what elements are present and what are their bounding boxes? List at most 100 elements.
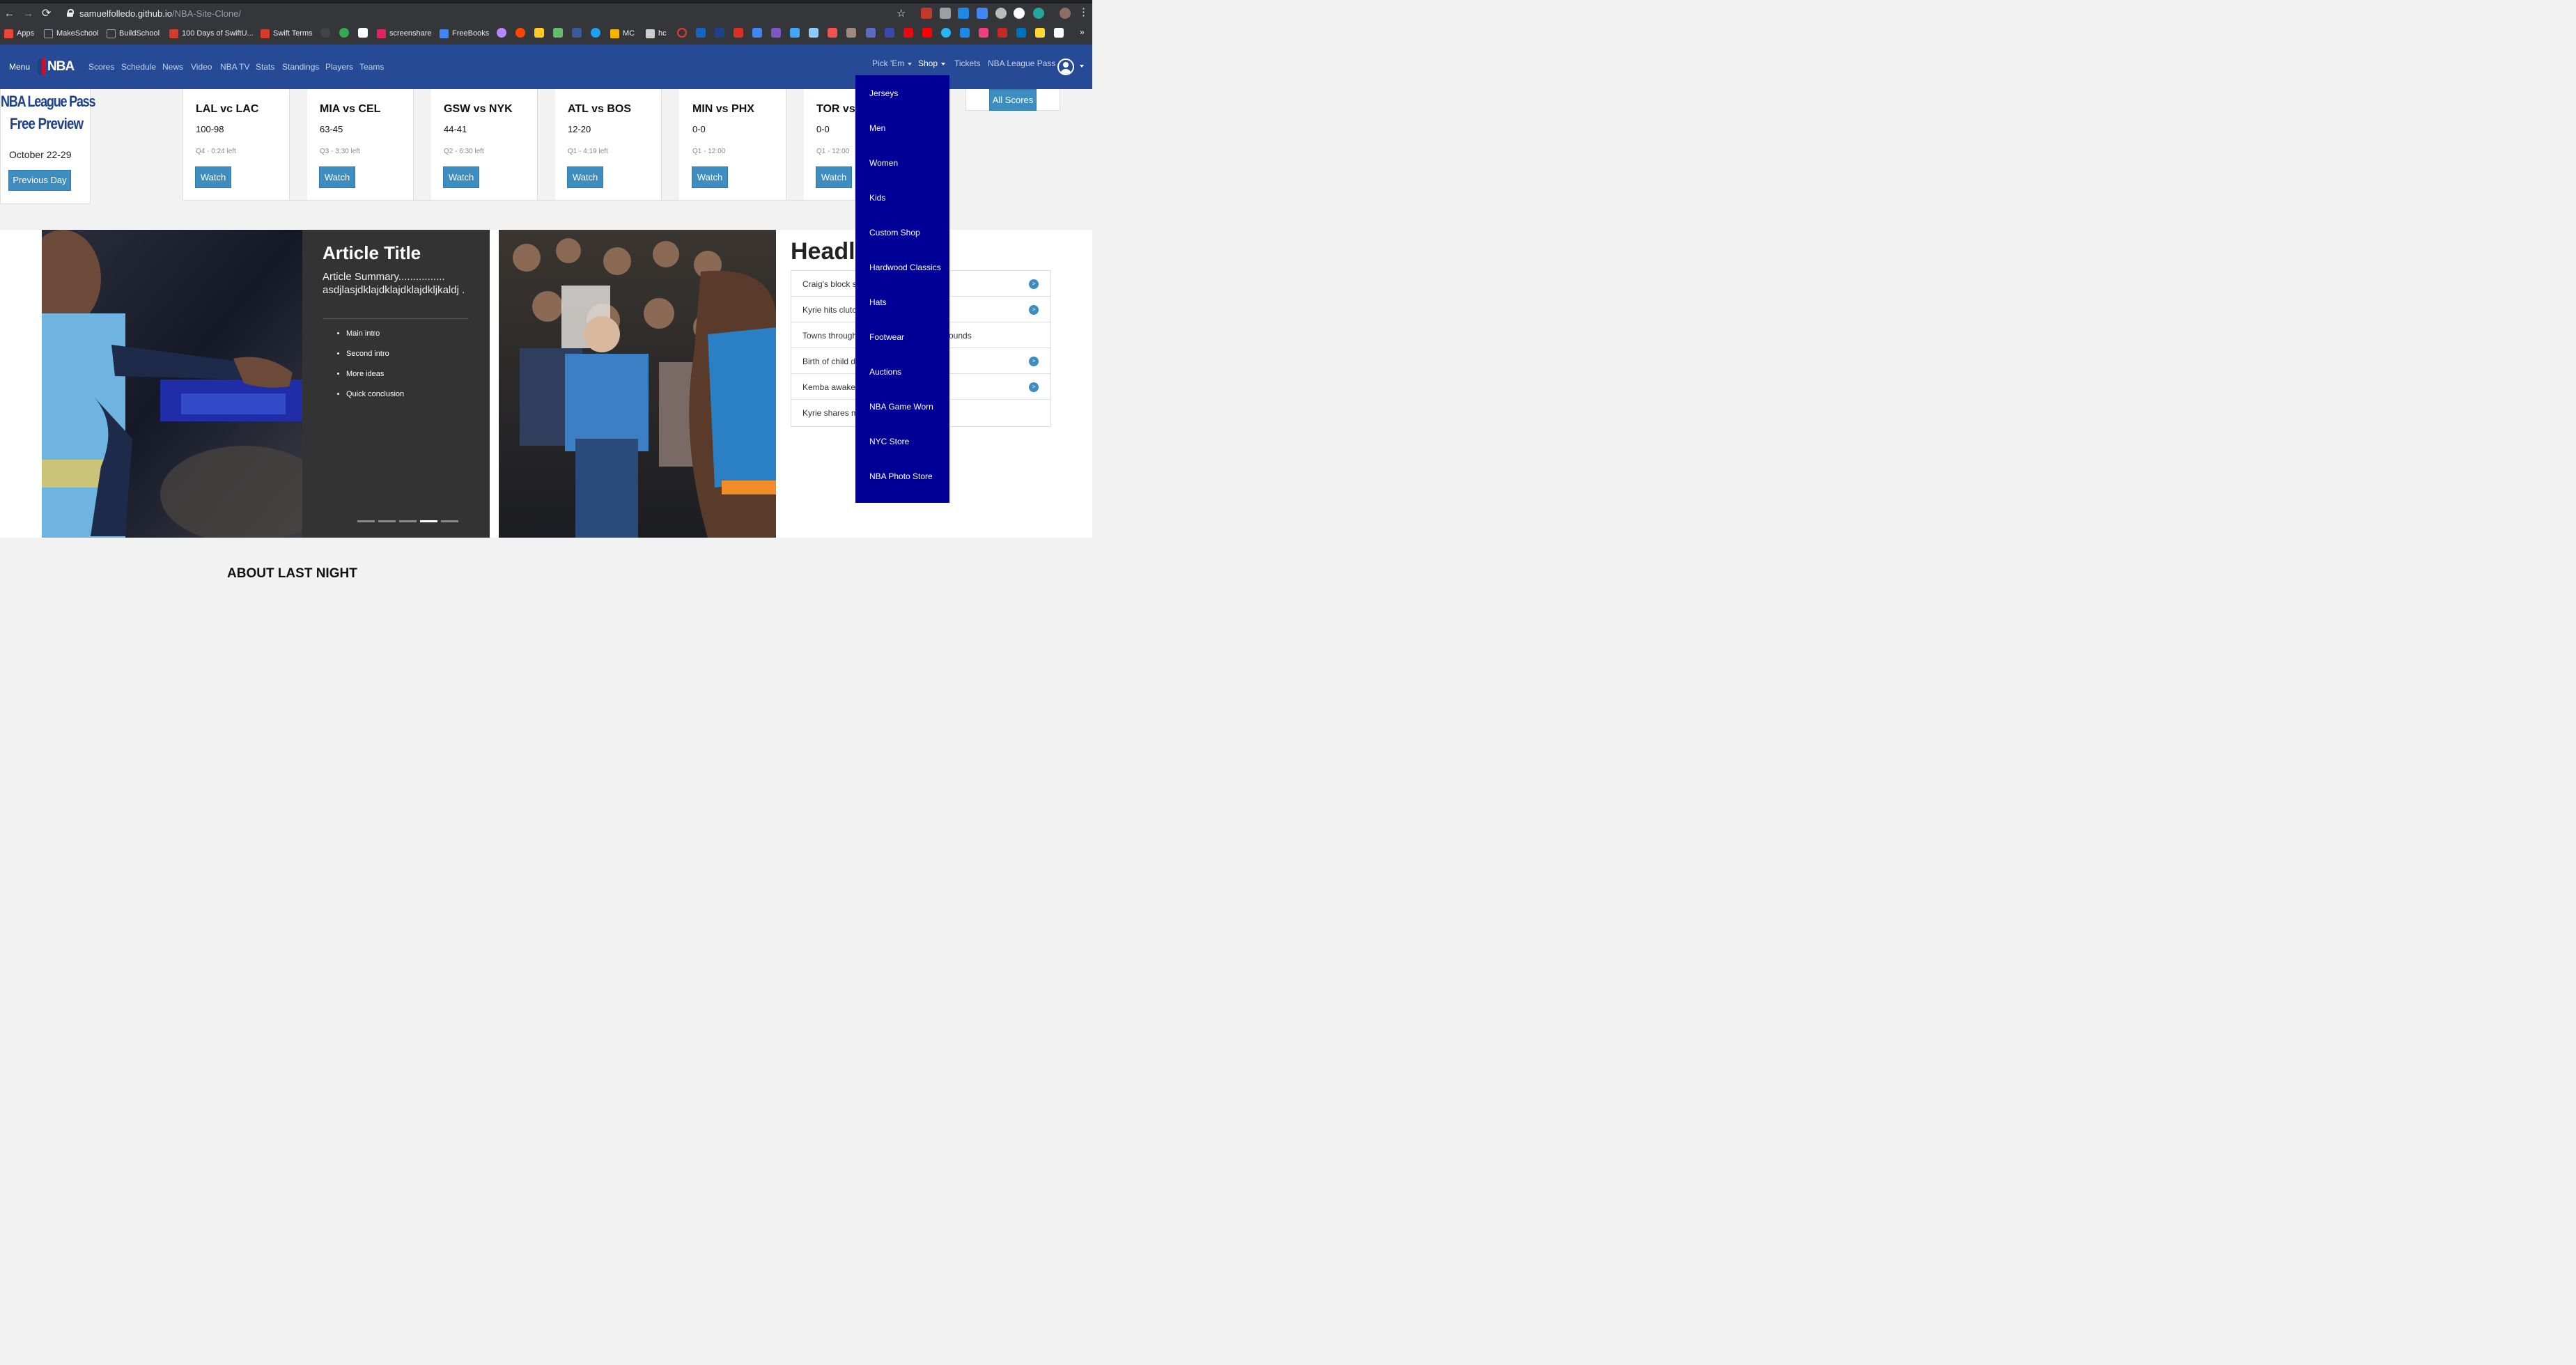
watch-button[interactable]: Watch xyxy=(443,166,479,188)
menu-item-auctions[interactable]: Auctions xyxy=(869,367,901,377)
bookmark-icon[interactable] xyxy=(553,28,563,38)
nav-standings[interactable]: Standings xyxy=(282,62,319,72)
paypal-icon[interactable] xyxy=(1016,28,1026,38)
nav-teams[interactable]: Teams xyxy=(359,62,384,72)
reload-icon[interactable]: ⟳ xyxy=(42,8,51,20)
nav-video[interactable]: Video xyxy=(191,62,212,72)
menu-item-men[interactable]: Men xyxy=(869,123,885,133)
menu-item-jerseys[interactable]: Jerseys xyxy=(869,88,898,98)
extension-icon[interactable] xyxy=(1014,8,1025,19)
menu-item-nba-game-worn[interactable]: NBA Game Worn xyxy=(869,402,933,412)
outlook-icon[interactable] xyxy=(696,28,706,38)
bookmark-icon[interactable] xyxy=(846,28,856,38)
bookmark-icon[interactable] xyxy=(771,28,781,38)
address-bar[interactable]: samuelfolledo.github.io/NBA-Site-Clone/ xyxy=(60,6,920,22)
chevron-right-icon[interactable]: > xyxy=(1029,279,1039,289)
user-account-icon[interactable] xyxy=(1057,58,1074,75)
facebook-icon[interactable] xyxy=(572,28,582,38)
extension-icon[interactable] xyxy=(958,8,969,19)
bookmark-link[interactable]: Swift Terms xyxy=(261,28,313,39)
bookmark-link[interactable]: hc xyxy=(646,28,667,39)
menu-item-kids[interactable]: Kids xyxy=(869,193,885,203)
nav-news[interactable]: News xyxy=(162,62,183,72)
watch-button[interactable]: Watch xyxy=(816,166,852,188)
medium-icon[interactable] xyxy=(358,28,368,38)
chevron-right-icon[interactable]: > xyxy=(1029,305,1039,315)
twitter-icon[interactable] xyxy=(591,28,600,38)
watch-button[interactable]: Watch xyxy=(195,166,231,188)
extension-icon[interactable] xyxy=(1033,8,1044,19)
bookmark-icon[interactable] xyxy=(1035,28,1045,38)
carousel-indicator[interactable] xyxy=(378,520,396,522)
profile-avatar-icon[interactable] xyxy=(1060,8,1071,19)
bookmark-icon[interactable] xyxy=(941,28,951,38)
translate-icon[interactable] xyxy=(977,8,988,19)
bookmark-link[interactable]: 100 Days of SwiftU... xyxy=(169,28,254,39)
bookmark-link[interactable]: screenshare xyxy=(377,28,432,39)
nav-nba-tv[interactable]: NBA TV xyxy=(220,62,249,72)
amazon-icon[interactable] xyxy=(1054,28,1064,38)
bookmark-icon[interactable] xyxy=(677,28,687,38)
bookmark-star-icon[interactable]: ☆ xyxy=(897,7,906,20)
nav-pick-em[interactable]: Pick 'Em xyxy=(872,58,913,68)
bookmark-icon[interactable] xyxy=(497,28,506,38)
menu-item-women[interactable]: Women xyxy=(869,158,898,168)
bookmark-icon[interactable] xyxy=(534,28,544,38)
bookmark-link[interactable]: FreeBooks xyxy=(440,28,489,39)
docs-icon[interactable] xyxy=(752,28,762,38)
bookmark-icon[interactable] xyxy=(790,28,800,38)
carousel-indicator[interactable] xyxy=(399,520,417,522)
menu-item-hardwood-classics[interactable]: Hardwood Classics xyxy=(869,263,941,272)
nav-shop[interactable]: Shop xyxy=(918,58,946,68)
bookmark-apps[interactable]: Apps xyxy=(4,28,34,39)
netflix-icon[interactable] xyxy=(903,28,913,38)
github-icon[interactable] xyxy=(320,28,330,38)
bookmark-icon[interactable] xyxy=(998,28,1007,38)
menu-item-custom-shop[interactable]: Custom Shop xyxy=(869,228,920,237)
bookmark-icon[interactable] xyxy=(960,28,970,38)
watch-button[interactable]: Watch xyxy=(692,166,728,188)
bookmark-icon[interactable] xyxy=(866,28,876,38)
bookmark-icon[interactable] xyxy=(885,28,894,38)
menu-button[interactable]: Menu xyxy=(9,62,30,72)
extension-icon[interactable] xyxy=(921,8,932,19)
crowd-player-photo[interactable] xyxy=(499,230,776,538)
bookmark-icon[interactable] xyxy=(809,28,818,38)
menu-item-nba-photo-store[interactable]: NBA Photo Store xyxy=(869,471,933,481)
reddit-icon[interactable] xyxy=(515,28,525,38)
watch-button[interactable]: Watch xyxy=(319,166,355,188)
chevron-right-icon[interactable]: > xyxy=(1029,382,1039,392)
carousel-indicator[interactable] xyxy=(441,520,458,522)
account-chevron-icon[interactable] xyxy=(1080,65,1084,68)
back-icon[interactable]: ← xyxy=(4,8,15,20)
bookmark-link[interactable]: MC xyxy=(610,28,635,39)
previous-day-button[interactable]: Previous Day xyxy=(8,170,71,191)
bookmark-icon[interactable] xyxy=(339,28,349,38)
chevron-right-icon[interactable]: > xyxy=(1029,357,1039,366)
extension-icon[interactable] xyxy=(940,8,951,19)
nav-stats[interactable]: Stats xyxy=(256,62,274,72)
nba-icon[interactable] xyxy=(715,28,724,38)
nav-scores[interactable]: Scores xyxy=(88,62,114,72)
nav-league-pass[interactable]: NBA League Pass xyxy=(988,58,1055,68)
nba-logo[interactable]: NBA xyxy=(38,58,75,75)
menu-item-footwear[interactable]: Footwear xyxy=(869,332,904,342)
forward-icon[interactable]: → xyxy=(23,8,33,20)
nav-players[interactable]: Players xyxy=(325,62,353,72)
watch-button[interactable]: Watch xyxy=(567,166,603,188)
gmail-icon[interactable] xyxy=(734,28,743,38)
carousel-player-photo[interactable] xyxy=(42,230,302,538)
all-scores-button[interactable]: All Scores xyxy=(989,89,1037,111)
carousel-indicator[interactable] xyxy=(357,520,375,522)
bookmark-icon[interactable] xyxy=(828,28,837,38)
bookmark-folder[interactable]: BuildSchool xyxy=(107,28,160,39)
menu-item-nyc-store[interactable]: NYC Store xyxy=(869,437,909,446)
more-icon[interactable]: ⋮ xyxy=(1078,7,1089,18)
nav-schedule[interactable]: Schedule xyxy=(121,62,156,72)
extension-icon[interactable] xyxy=(995,8,1007,19)
bookmark-folder[interactable]: MakeSchool xyxy=(44,28,99,39)
youtube-icon[interactable] xyxy=(922,28,932,38)
bookmark-icon[interactable] xyxy=(979,28,988,38)
carousel-indicator-active[interactable] xyxy=(420,520,437,522)
menu-item-hats[interactable]: Hats xyxy=(869,297,887,307)
